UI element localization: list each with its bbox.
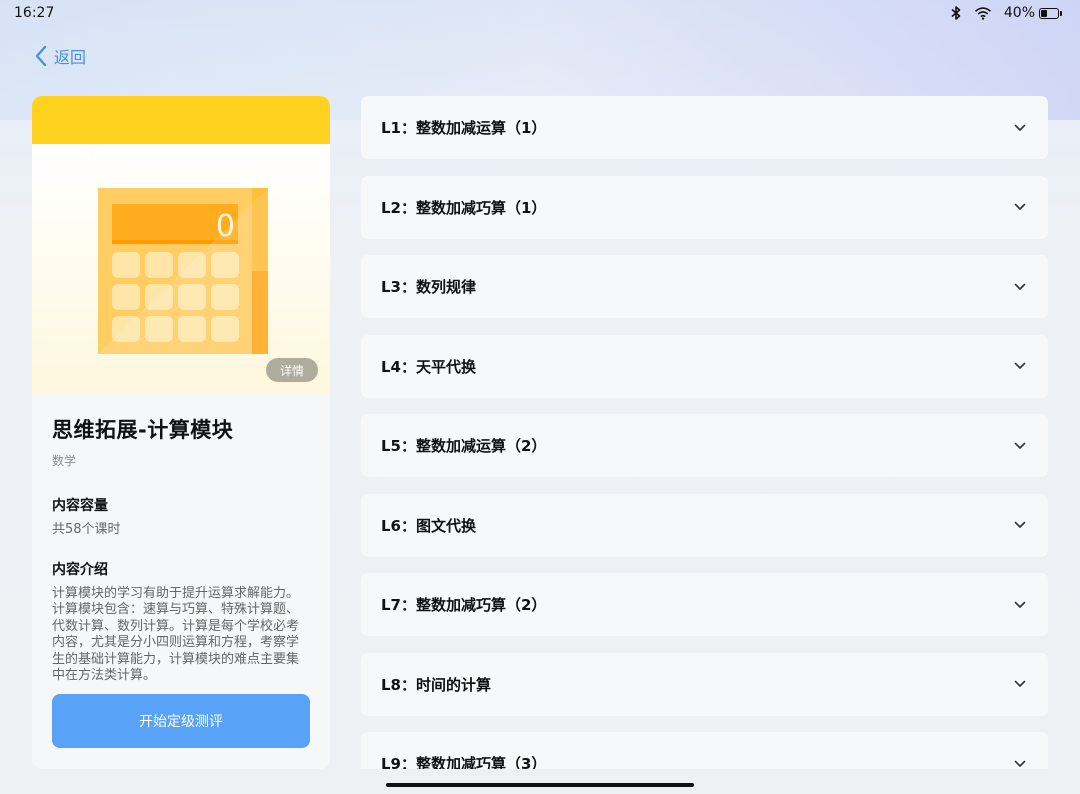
course-info: 思维拓展-计算模块 数学 内容容量 共58个课时 内容介绍 计算模块的学习有助于… [32,394,330,685]
lesson-item-8[interactable]: L8：时间的计算 [361,652,1048,716]
lesson-item-4[interactable]: L4：天平代换 [361,334,1048,398]
capacity-text: 共58个课时 [52,522,121,537]
intro-heading: 内容介绍 [52,561,108,578]
lesson-item-9[interactable]: L9：整数加减巧算（3） [361,732,1048,769]
lesson-label: L8：时间的计算 [381,675,491,694]
lesson-item-7[interactable]: L7：整数加减巧算（2） [361,573,1048,636]
lesson-label: L2：整数加减巧算（1） [381,198,547,217]
calculator-display: 0 [216,209,235,244]
lesson-label: L5：整数加减运算（2） [381,437,547,455]
status-time: 16:27 [14,5,55,21]
status-bar: 16:27 40% [0,0,1080,26]
course-subject: 数学 [52,454,77,468]
chevron-down-icon [1014,521,1026,528]
chevron-down-icon [1014,601,1026,608]
chevron-down-icon [1014,760,1026,767]
chevron-down-icon [1014,283,1026,290]
lesson-item-5[interactable]: L5：整数加减运算（2） [361,414,1048,477]
home-indicator[interactable] [386,783,694,787]
bluetooth-icon [951,6,961,20]
status-icons: 40% [950,5,1062,21]
lesson-item-3[interactable]: L3：数列规律 [361,255,1048,318]
calculator-illustration: 0 [32,96,330,394]
chevron-down-icon [1014,203,1026,210]
lesson-label: L6：图文代换 [381,516,476,535]
battery-icon [1039,7,1059,19]
back-label: 返回 [54,48,87,67]
intro-text: 计算模块的学习有助于提升运算求解能力。计算模块包含：速算与巧算、特殊计算题、代数… [52,585,300,684]
lesson-label: L3：数列规律 [381,278,476,296]
lesson-label: L1：整数加减运算（1） [381,119,547,137]
course-card: 0 详情 思维拓展-计算模块 数学 内容容量 共58个课时 内容介绍 计算模块的… [32,96,330,769]
course-title: 思维拓展-计算模块 [52,418,234,442]
course-cover: 0 详情 [32,96,330,394]
detail-button[interactable]: 详情 [266,358,318,382]
chevron-down-icon [1014,680,1026,687]
lesson-item-6[interactable]: L6：图文代换 [361,493,1048,557]
chevron-down-icon [1014,362,1026,369]
lesson-label: L9：整数加减巧算（3） [381,755,547,769]
lesson-label: L7：整数加减巧算（2） [381,596,547,614]
lesson-label: L4：天平代换 [381,357,476,376]
chevron-down-icon [1014,442,1026,449]
battery-indicator: 40% [1004,5,1062,21]
lesson-item-2[interactable]: L2：整数加减巧算（1） [361,175,1048,239]
chevron-left-icon [35,45,47,67]
capacity-heading: 内容容量 [52,498,108,514]
start-assessment-button[interactable]: 开始定级测评 [52,694,310,748]
back-button[interactable]: 返回 [34,44,86,68]
battery-level [1041,9,1047,17]
chevron-down-icon [1014,124,1026,131]
lesson-item-1[interactable]: L1：整数加减运算（1） [361,96,1048,159]
lesson-list: L1：整数加减运算（1） L2：整数加减巧算（1） L3：数列规律 L4：天平代… [361,96,1048,769]
wifi-icon [974,7,991,20]
battery-percent: 40% [1003,5,1035,21]
